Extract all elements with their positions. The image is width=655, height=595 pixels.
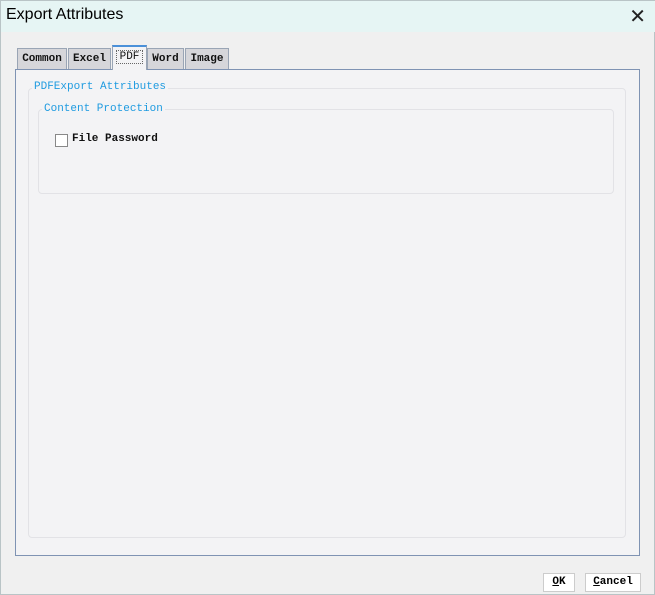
ok-label-rest: K [559,576,566,588]
content-protection-group [38,109,614,194]
tab-word[interactable]: Word [147,48,184,70]
tab-pdf-label: PDF [115,50,144,64]
tab-excel[interactable]: Excel [68,48,111,70]
ok-mnemonic: O [552,576,559,588]
content-protection-label: Content Protection [42,103,165,115]
cancel-label-rest: ancel [599,576,633,588]
close-icon[interactable]: ✕ [629,4,646,28]
ok-button[interactable]: OK [543,573,575,592]
tab-image[interactable]: Image [185,48,229,70]
tab-common[interactable]: Common [17,48,67,70]
cancel-mnemonic: C [593,576,600,588]
cancel-button[interactable]: Cancel [585,573,641,592]
window-title: Export Attributes [6,6,124,23]
pdf-export-attributes-label: PDFExport Attributes [32,81,169,93]
file-password-checkbox[interactable] [55,134,68,147]
tab-pdf[interactable]: PDF [112,45,147,70]
file-password-label[interactable]: File Password [72,133,158,145]
title-bar: Export Attributes ✕ [1,1,655,32]
